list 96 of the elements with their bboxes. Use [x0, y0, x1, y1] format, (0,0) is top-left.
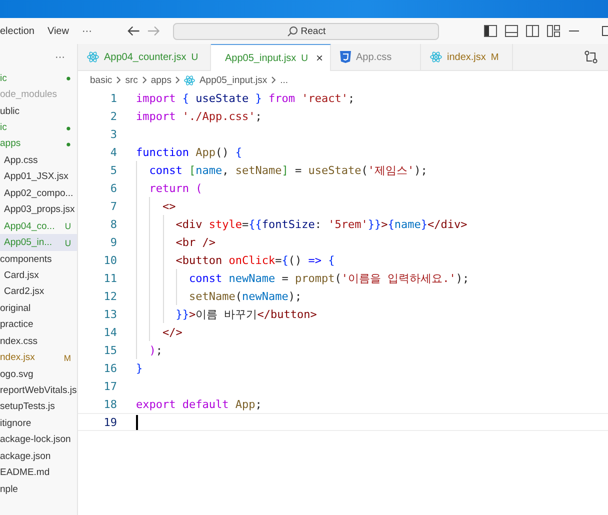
- line-number: 8: [109, 218, 117, 230]
- git-status-label: ●: [66, 73, 71, 84]
- line-number: 11: [102, 272, 117, 284]
- chevron-icon: [271, 76, 276, 84]
- back-arrow-icon[interactable]: [126, 25, 140, 37]
- editor-tab[interactable]: App.css: [331, 44, 421, 70]
- code-line: <>: [162, 200, 176, 212]
- line-number: 7: [109, 200, 117, 212]
- code-line: setName(newName);: [189, 290, 302, 302]
- editor-tab[interactable]: index.jsx M: [421, 44, 513, 70]
- search-field[interactable]: React: [173, 22, 440, 40]
- panel-toggle-icon[interactable]: [505, 25, 518, 37]
- code-line: import './App.css';: [136, 110, 262, 122]
- code-line: );: [149, 344, 162, 356]
- react-atom-icon: [430, 51, 442, 63]
- code-line: <div style={{fontSize: '5rem'}}>{name}</div>: [176, 218, 468, 230]
- text-cursor: [136, 414, 138, 430]
- code-line: }: [136, 362, 143, 374]
- file-tree-item[interactable]: App03_props.jsx: [0, 202, 77, 218]
- line-number: 1: [109, 92, 117, 104]
- line-number: 12: [102, 290, 117, 302]
- react-atom-icon: [184, 74, 196, 86]
- file-tree-item[interactable]: components: [0, 250, 77, 268]
- menu-item[interactable]: election: [0, 26, 34, 36]
- code-line: }}>이름 바꾸기</button>: [176, 306, 317, 322]
- code-line: const [name, setName] = useState('제임스');: [149, 162, 428, 178]
- git-status-label: U: [64, 238, 71, 248]
- file-tree-item[interactable]: setupTests.js: [0, 398, 77, 416]
- breadcrumb-item[interactable]: apps: [150, 74, 172, 86]
- chevron-icon: [116, 76, 122, 84]
- line-number: 6: [109, 182, 117, 194]
- line-number: 15: [102, 344, 117, 356]
- css-file-icon: [340, 51, 351, 63]
- file-tree-item[interactable]: ackage.json: [0, 448, 77, 464]
- chevron-icon: [142, 76, 147, 84]
- compare-changes-icon[interactable]: [584, 50, 598, 64]
- file-tree-item[interactable]: itignore: [0, 415, 77, 432]
- breadcrumb-item[interactable]: src: [125, 74, 138, 86]
- file-tree-item[interactable]: ublic: [0, 102, 77, 120]
- file-tree-item[interactable]: App02_compo...: [0, 185, 77, 202]
- line-number: 19: [102, 416, 117, 428]
- search-icon: [286, 26, 298, 36]
- sidebar-toggle-icon[interactable]: [484, 25, 498, 37]
- react-atom-icon: [87, 51, 99, 63]
- line-number: 5: [109, 164, 117, 176]
- line-number: 3: [109, 128, 117, 140]
- maximize-icon[interactable]: [602, 25, 608, 37]
- code-line: function App() {: [136, 146, 242, 158]
- code-line: export default App;: [136, 398, 262, 410]
- file-tree-item[interactable]: Card2.jsx: [0, 284, 77, 300]
- file-tree-item[interactable]: App.css: [0, 152, 77, 169]
- code-line: return (: [149, 182, 202, 194]
- close-tab-button[interactable]: ×: [316, 51, 324, 65]
- code-line: </>: [162, 326, 182, 338]
- line-number: 10: [102, 254, 117, 266]
- menu-item[interactable]: ···: [82, 26, 92, 36]
- line-number: 13: [102, 308, 117, 320]
- breadcrumb-item[interactable]: basic: [90, 74, 112, 86]
- file-tree-item[interactable]: nple: [0, 480, 77, 498]
- file-tree-item[interactable]: apps ●: [0, 136, 77, 152]
- file-tree-item[interactable]: ndex.jsx M: [0, 349, 77, 366]
- code-line: <button onClick={() => {: [176, 254, 335, 266]
- line-number: 2: [109, 110, 117, 122]
- line-number: 9: [109, 236, 117, 248]
- file-tree-item[interactable]: Card.jsx: [0, 267, 77, 284]
- breadcrumb-item[interactable]: App05_input.jsx: [199, 74, 268, 86]
- file-tree-item[interactable]: App04_co... U: [0, 218, 77, 234]
- file-tree-item[interactable]: ic ●: [0, 70, 77, 86]
- editor-tab[interactable]: App05_input.jsx U ×: [211, 44, 331, 71]
- git-status-label: U: [64, 221, 71, 232]
- code-line: <br />: [176, 236, 216, 248]
- git-status-label: ●: [66, 122, 71, 133]
- file-tree-item[interactable]: EADME.md: [0, 464, 77, 481]
- file-tree-item[interactable]: App01_JSX.jsx: [0, 168, 77, 186]
- git-status-label: ●: [66, 138, 71, 149]
- file-tree-item[interactable]: ogo.svg: [0, 366, 77, 382]
- git-status-label: M: [64, 352, 71, 363]
- layout-grid-icon[interactable]: [547, 25, 560, 37]
- file-tree-item[interactable]: ndex.css: [0, 333, 77, 350]
- file-tree-item[interactable]: ic ●: [0, 119, 77, 136]
- more-actions-button[interactable]: ···: [55, 52, 65, 62]
- file-tree-item[interactable]: practice: [0, 316, 77, 333]
- chevron-icon: [175, 76, 180, 84]
- breadcrumb-item[interactable]: ...: [280, 74, 288, 86]
- file-tree-item[interactable]: ackage-lock.json: [0, 432, 77, 448]
- code-line: const newName = prompt('이름을 입력하세요.');: [189, 270, 470, 286]
- line-number: 14: [102, 326, 117, 338]
- line-number: 17: [102, 380, 117, 392]
- line-number: 16: [102, 362, 117, 374]
- code-line: import { useState } from 'react';: [136, 92, 355, 104]
- menu-item[interactable]: View: [47, 26, 69, 36]
- line-number: 18: [102, 398, 117, 410]
- file-tree-item[interactable]: original: [0, 300, 77, 317]
- file-tree-item[interactable]: reportWebVitals.js: [0, 382, 77, 399]
- line-number: 4: [109, 146, 117, 158]
- split-layout-icon[interactable]: [526, 25, 540, 37]
